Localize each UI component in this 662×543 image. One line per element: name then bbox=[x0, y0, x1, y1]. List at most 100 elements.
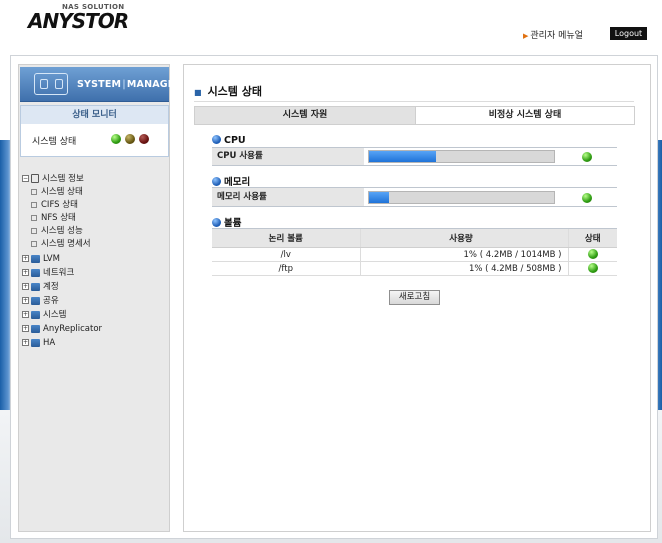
sidebar: SYSTEM|MANAGER 상태 모니터 시스템 상태 − 시스템 정보 시스템… bbox=[18, 64, 182, 532]
expand-icon[interactable]: + bbox=[22, 283, 29, 290]
status-light-green bbox=[111, 134, 121, 144]
tree-label: 네트워크 bbox=[43, 268, 75, 278]
cpu-usage-bar bbox=[368, 150, 555, 163]
page-title: ■ 시스템 상태 bbox=[194, 83, 262, 99]
document-icon bbox=[31, 214, 37, 221]
tree-item-system-performance[interactable]: 시스템 성능 bbox=[31, 225, 83, 238]
title-bullet-icon: ■ bbox=[194, 88, 202, 97]
banner-title-system: SYSTEM bbox=[77, 79, 122, 90]
tree-node-account[interactable]: + 계정 bbox=[22, 281, 59, 294]
volume-usage: 1% ( 4.2MB / 508MB ) bbox=[359, 261, 568, 276]
table-row: /ftp 1% ( 4.2MB / 508MB ) bbox=[212, 261, 617, 276]
tree-label: 계정 bbox=[43, 282, 59, 292]
memory-usage-bar bbox=[368, 191, 555, 204]
banner-title-manager: MANAGER bbox=[126, 79, 182, 90]
document-icon bbox=[31, 201, 37, 208]
expand-icon[interactable]: + bbox=[22, 339, 29, 346]
tree-node-system[interactable]: + 시스템 bbox=[22, 309, 66, 322]
refresh-button[interactable]: 새로고침 bbox=[389, 290, 440, 305]
tree-item-system-status[interactable]: 시스템 상태 bbox=[31, 186, 83, 199]
status-light-olive bbox=[125, 134, 135, 144]
arrow-right-icon: ▶ bbox=[523, 32, 529, 40]
document-icon bbox=[31, 240, 37, 247]
banner-title: SYSTEM|MANAGER bbox=[77, 79, 182, 90]
tree-item-system-spec[interactable]: 시스템 명세서 bbox=[31, 238, 91, 251]
expand-icon[interactable]: + bbox=[22, 311, 29, 318]
tab-system-resources[interactable]: 시스템 자원 bbox=[195, 107, 415, 124]
volume-table: 논리 볼륨 사용량 상태 /lv 1% ( 4.2MB / 1014MB ) /… bbox=[212, 228, 617, 276]
document-icon bbox=[31, 188, 37, 195]
tree-label: 시스템 명세서 bbox=[41, 239, 91, 249]
col-status: 상태 bbox=[567, 228, 617, 248]
system-manager-banner: SYSTEM|MANAGER bbox=[20, 67, 182, 102]
admin-manual-label: 관리자 메뉴얼 bbox=[530, 31, 583, 41]
memory-usage-label: 메모리 사용률 bbox=[212, 188, 364, 206]
expand-icon[interactable]: + bbox=[22, 297, 29, 304]
cpu-section-title: CPU bbox=[212, 135, 246, 146]
status-monitor: 상태 모니터 시스템 상태 bbox=[20, 105, 169, 157]
cpu-usage-row: CPU 사용률 bbox=[212, 147, 617, 166]
tree-item-nfs-status[interactable]: NFS 상태 bbox=[31, 212, 76, 225]
expand-icon[interactable]: + bbox=[22, 325, 29, 332]
section-bullet-icon bbox=[212, 218, 221, 227]
tree-node-ha[interactable]: + HA bbox=[22, 337, 55, 350]
document-icon bbox=[31, 227, 37, 234]
admin-manual-link[interactable]: ▶ 관리자 메뉴얼 bbox=[523, 28, 583, 41]
banner-separator: | bbox=[122, 79, 126, 90]
expand-icon[interactable]: + bbox=[22, 269, 29, 276]
status-ok-icon bbox=[587, 249, 598, 260]
memory-section-title: 메모리 bbox=[212, 174, 250, 188]
system-manager-icon bbox=[34, 73, 68, 95]
cpu-usage-label: CPU 사용률 bbox=[212, 148, 364, 165]
tree-label: AnyReplicator bbox=[43, 324, 103, 334]
page-title-text: 시스템 상태 bbox=[207, 85, 262, 98]
tree-label: HA bbox=[43, 338, 56, 348]
tree-label: 시스템 상태 bbox=[41, 187, 83, 197]
tab-abnormal-status[interactable]: 비정상 시스템 상태 bbox=[415, 107, 634, 124]
folder-icon bbox=[31, 296, 40, 305]
volume-table-header: 논리 볼륨 사용량 상태 bbox=[212, 228, 617, 248]
volume-usage: 1% ( 4.2MB / 1014MB ) bbox=[359, 247, 568, 262]
tab-bar: 시스템 자원 비정상 시스템 상태 bbox=[194, 106, 635, 125]
system-status-label: 시스템 상태 bbox=[32, 137, 77, 147]
folder-icon bbox=[31, 282, 40, 291]
col-logical-volume: 논리 볼륨 bbox=[212, 228, 360, 248]
collapse-icon[interactable]: − bbox=[22, 175, 29, 182]
title-divider bbox=[194, 101, 634, 102]
tree-label: CIFS 상태 bbox=[41, 200, 78, 210]
folder-icon bbox=[31, 268, 40, 277]
status-monitor-title: 상태 모니터 bbox=[21, 106, 168, 124]
folder-icon bbox=[31, 324, 40, 333]
memory-usage-fill bbox=[369, 192, 390, 203]
tree-label: 시스템 bbox=[43, 310, 67, 320]
table-row: /lv 1% ( 4.2MB / 1014MB ) bbox=[212, 247, 617, 262]
volume-name: /ftp bbox=[212, 261, 360, 276]
memory-usage-row: 메모리 사용률 bbox=[212, 187, 617, 207]
cpu-section-label: CPU bbox=[224, 135, 246, 146]
tree-label: LVM bbox=[43, 254, 60, 264]
tree-label: 공유 bbox=[43, 296, 59, 306]
volume-status bbox=[567, 261, 617, 276]
section-bullet-icon bbox=[212, 177, 221, 186]
tree-label: NFS 상태 bbox=[41, 213, 76, 223]
tree-node-system-info[interactable]: − 시스템 정보 bbox=[22, 173, 84, 186]
folder-icon bbox=[31, 254, 40, 263]
folder-icon bbox=[31, 338, 40, 347]
header: NAS SOLUTION ANYSTOR ▶ 관리자 메뉴얼 Logout bbox=[0, 0, 662, 56]
tree-item-cifs-status[interactable]: CIFS 상태 bbox=[31, 199, 78, 212]
tree-node-network[interactable]: + 네트워크 bbox=[22, 267, 74, 280]
col-usage: 사용량 bbox=[359, 228, 568, 248]
cpu-status-indicator bbox=[582, 152, 592, 162]
tree-node-share[interactable]: + 공유 bbox=[22, 295, 59, 308]
tree-node-anyreplicator[interactable]: + AnyReplicator bbox=[22, 323, 102, 336]
logout-button[interactable]: Logout bbox=[610, 27, 647, 40]
volume-name: /lv bbox=[212, 247, 360, 262]
anystor-logo[interactable]: ANYSTOR bbox=[28, 9, 129, 33]
memory-status-indicator bbox=[582, 193, 592, 203]
content-panel: ■ 시스템 상태 시스템 자원 비정상 시스템 상태 CPU CPU 사용률 메모… bbox=[183, 64, 651, 532]
expand-icon[interactable]: + bbox=[22, 255, 29, 262]
open-folder-icon bbox=[31, 174, 39, 183]
tree-node-lvm[interactable]: + LVM bbox=[22, 253, 60, 266]
section-bullet-icon bbox=[212, 135, 221, 144]
tree-label: 시스템 성능 bbox=[41, 226, 83, 236]
